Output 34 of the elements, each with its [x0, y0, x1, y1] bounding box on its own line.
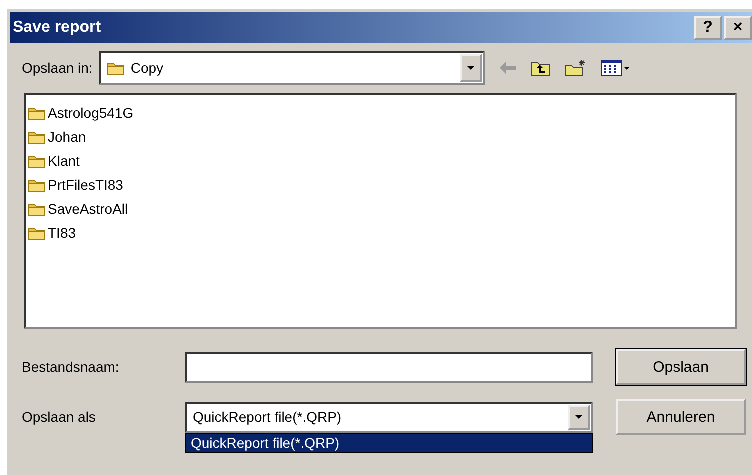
- folder-icon: [28, 106, 46, 120]
- folder-icon: [106, 60, 125, 76]
- view-menu-icon[interactable]: [600, 60, 631, 76]
- cancel-button[interactable]: Annuleren: [616, 399, 746, 435]
- location-label: Opslaan in:: [22, 60, 93, 76]
- filename-field[interactable]: [185, 352, 593, 382]
- folder-name[interactable]: PrtFilesTI83: [48, 177, 124, 193]
- folder-name[interactable]: SaveAstroAll: [48, 201, 128, 217]
- folder-icon: [28, 178, 46, 192]
- folder-item[interactable]: SaveAstroAll: [28, 197, 128, 221]
- close-button[interactable]: ×: [724, 16, 752, 40]
- folder-icon: [28, 130, 46, 144]
- new-folder-icon[interactable]: [564, 59, 587, 77]
- folder-icon: [28, 154, 46, 168]
- folder-name[interactable]: TI83: [48, 225, 76, 241]
- folder-item[interactable]: TI83: [28, 221, 76, 245]
- folder-name[interactable]: Johan: [48, 129, 86, 145]
- up-folder-icon[interactable]: [530, 60, 551, 76]
- folder-item[interactable]: Astrolog541G: [28, 101, 134, 125]
- folder-icon: [28, 202, 46, 216]
- folder-item[interactable]: Johan: [28, 125, 86, 149]
- save-button[interactable]: Opslaan: [616, 349, 746, 385]
- dropdown-option[interactable]: QuickReport file(*.QRP): [186, 434, 592, 452]
- folder-name[interactable]: Astrolog541G: [48, 105, 134, 121]
- filetype-label: Opslaan als: [22, 409, 97, 425]
- window-title: Save report: [13, 18, 102, 36]
- folder-item[interactable]: Klant: [28, 149, 80, 173]
- folder-name[interactable]: Klant: [48, 153, 80, 169]
- filename-label: Bestandsnaam:: [22, 359, 120, 375]
- folder-item[interactable]: PrtFilesTI83: [28, 173, 124, 197]
- filetype-dropdown[interactable]: QuickReport file(*.QRP): [185, 402, 593, 432]
- help-button[interactable]: ?: [694, 16, 722, 40]
- location-dropdown[interactable]: Copy: [98, 51, 485, 85]
- folder-icon: [28, 226, 46, 240]
